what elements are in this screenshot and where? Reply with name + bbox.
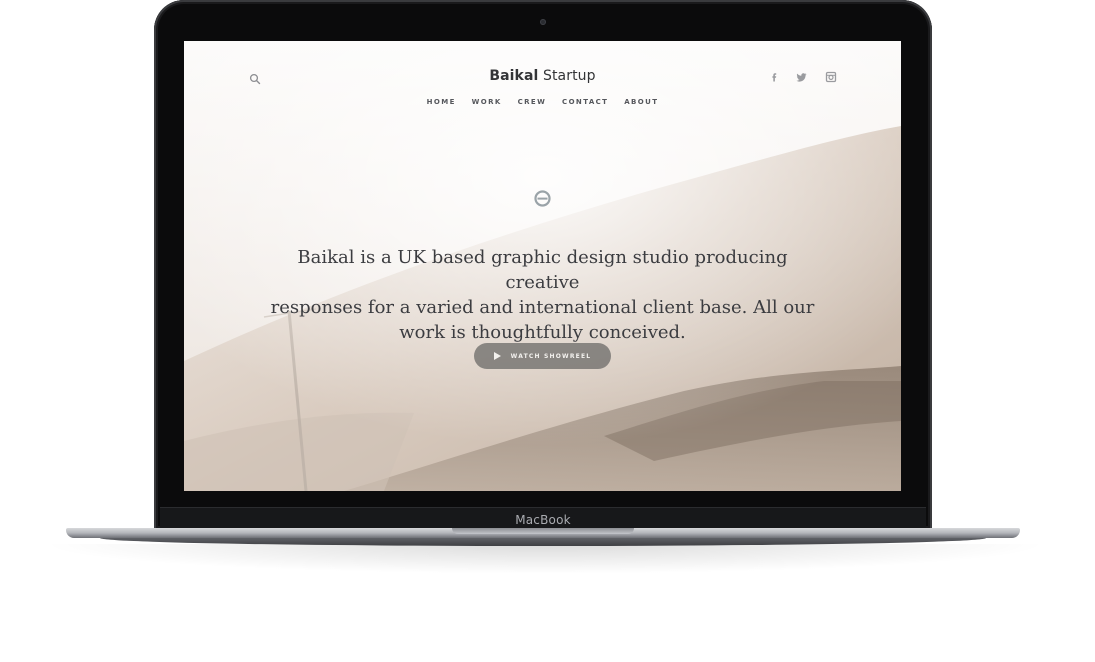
facebook-icon[interactable]: [768, 71, 780, 83]
mockup-stage: MacBook Baikal Startup HOME WORK CREW CO…: [0, 0, 1095, 662]
nav-item-about[interactable]: ABOUT: [624, 98, 658, 106]
instagram-icon[interactable]: [825, 71, 837, 83]
floor-shadow: [40, 544, 1050, 574]
nav-item-work[interactable]: WORK: [472, 98, 502, 106]
watch-showreel-button[interactable]: WATCH SHOWREEL: [474, 343, 611, 369]
headline-line-2: responses for a varied and international…: [270, 297, 815, 318]
headline-line-3: work is thoughtfully conceived.: [399, 322, 686, 343]
laptop-screen: Baikal Startup HOME WORK CREW CONTACT AB…: [184, 41, 901, 491]
site-logo[interactable]: Baikal Startup: [184, 68, 901, 84]
play-icon: [493, 352, 501, 360]
laptop-chin: MacBook: [160, 507, 926, 530]
logo-bold-text: Baikal: [489, 68, 539, 84]
watch-showreel-label: WATCH SHOWREEL: [510, 352, 592, 360]
nav-item-crew[interactable]: CREW: [518, 98, 547, 106]
twitter-icon[interactable]: [796, 71, 808, 83]
camera-icon: [540, 19, 546, 25]
laptop-notch: [452, 528, 634, 534]
hero-headline: Baikal is a UK based graphic design stud…: [264, 245, 821, 345]
headline-line-1: Baikal is a UK based graphic design stud…: [297, 247, 788, 293]
nav-item-home[interactable]: HOME: [427, 98, 456, 106]
device-brand-label: MacBook: [515, 513, 571, 527]
nav-item-contact[interactable]: CONTACT: [562, 98, 608, 106]
logo-regular-text: Startup: [542, 68, 596, 84]
brand-mark-icon: [534, 190, 551, 207]
main-nav: HOME WORK CREW CONTACT ABOUT: [184, 98, 901, 106]
